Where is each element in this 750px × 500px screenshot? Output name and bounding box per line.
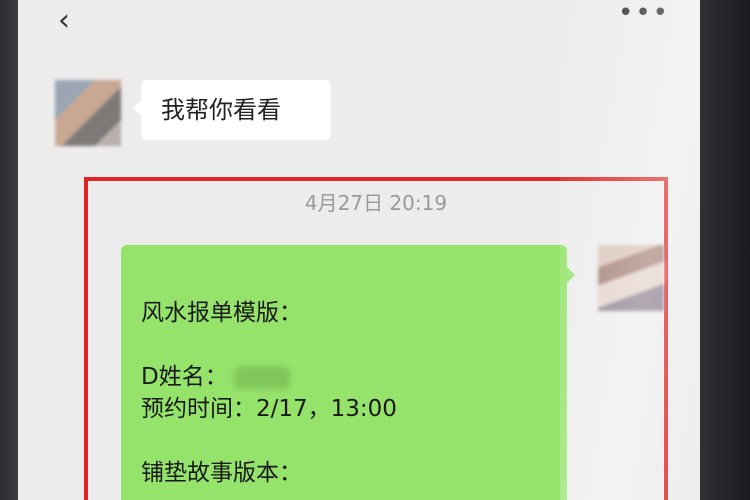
redacted-name [233, 366, 290, 389]
avatar-self[interactable] [598, 245, 664, 311]
name-line: D姓名： [141, 361, 547, 393]
chat-screen: ‹ ••• 我帮你看看 4月27日 20:19 风水报单模版： D姓名： 预约时… [18, 0, 700, 500]
message-timestamp: 4月27日 20:19 [304, 191, 448, 215]
phone-bezel-left [0, 0, 18, 500]
appointment-line: 预约时间：2/17，13:00 [141, 393, 547, 425]
template-title: 风水报单模版： [141, 300, 302, 326]
chat-nav-bar: ‹ ••• [18, 0, 700, 50]
more-options-icon[interactable]: ••• [618, 0, 670, 26]
back-icon[interactable]: ‹ [58, 6, 70, 36]
appointment-label: 预约时间： [141, 396, 256, 422]
appointment-value: 2/17，13:00 [256, 396, 397, 422]
story-label: 铺垫故事版本： [141, 460, 302, 486]
avatar[interactable] [55, 80, 121, 146]
message-bubble-sent[interactable]: 风水报单模版： D姓名： 预约时间：2/17，13:00 铺垫故事版本： [121, 245, 575, 500]
name-label: D姓名： [141, 364, 228, 390]
phone-bezel-right [700, 0, 750, 500]
message-bubble-received[interactable]: 我帮你看看 [133, 80, 331, 140]
